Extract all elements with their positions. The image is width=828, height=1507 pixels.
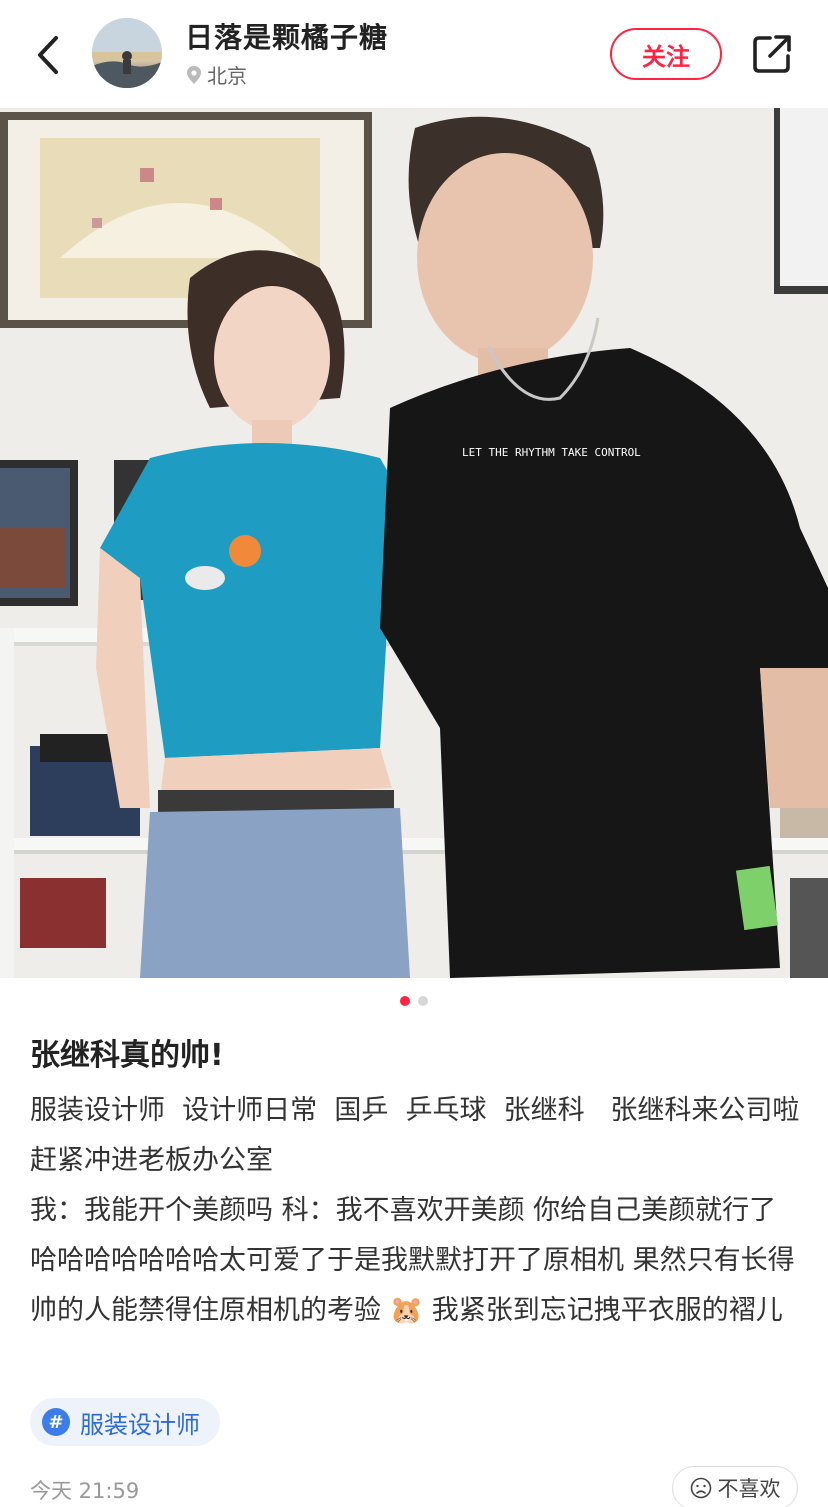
carousel-dot <box>418 996 428 1006</box>
hashtag-icon: # <box>42 1408 70 1436</box>
carousel-indicator <box>0 996 828 1008</box>
carousel-dot-active <box>400 996 410 1006</box>
location: 北京 <box>185 60 247 89</box>
avatar[interactable] <box>92 18 162 88</box>
post-body: 服装设计师 设计师日常 国乒 乒乓球 张继科 张继科来公司啦 赶紧冲进老板办公室… <box>30 1095 800 1326</box>
back-icon[interactable] <box>28 30 68 80</box>
sad-face-icon <box>690 1477 711 1499</box>
dislike-label: 不喜欢 <box>717 1477 781 1501</box>
author-name[interactable]: 日落是颗橘子糖 <box>185 16 388 56</box>
topic-tag-label: 服装设计师 <box>80 1410 200 1439</box>
post-title: 张继科真的帅! <box>30 1038 224 1073</box>
post-photo[interactable]: LET THE RHYTHM TAKE CONTROL <box>0 108 828 978</box>
post-header: 日落是颗橘子糖 北京 关注 <box>0 0 828 108</box>
location-text: 北京 <box>207 64 247 88</box>
shirt-text: LET THE RHYTHM TAKE CONTROL <box>462 446 641 459</box>
share-icon[interactable] <box>750 32 794 76</box>
topic-tag[interactable]: # 服装设计师 <box>30 1398 220 1446</box>
post-time: 今天 21:59 <box>30 1479 140 1503</box>
dislike-button[interactable]: 不喜欢 <box>672 1466 798 1507</box>
follow-button[interactable]: 关注 <box>610 28 722 80</box>
location-pin-icon <box>187 65 201 84</box>
